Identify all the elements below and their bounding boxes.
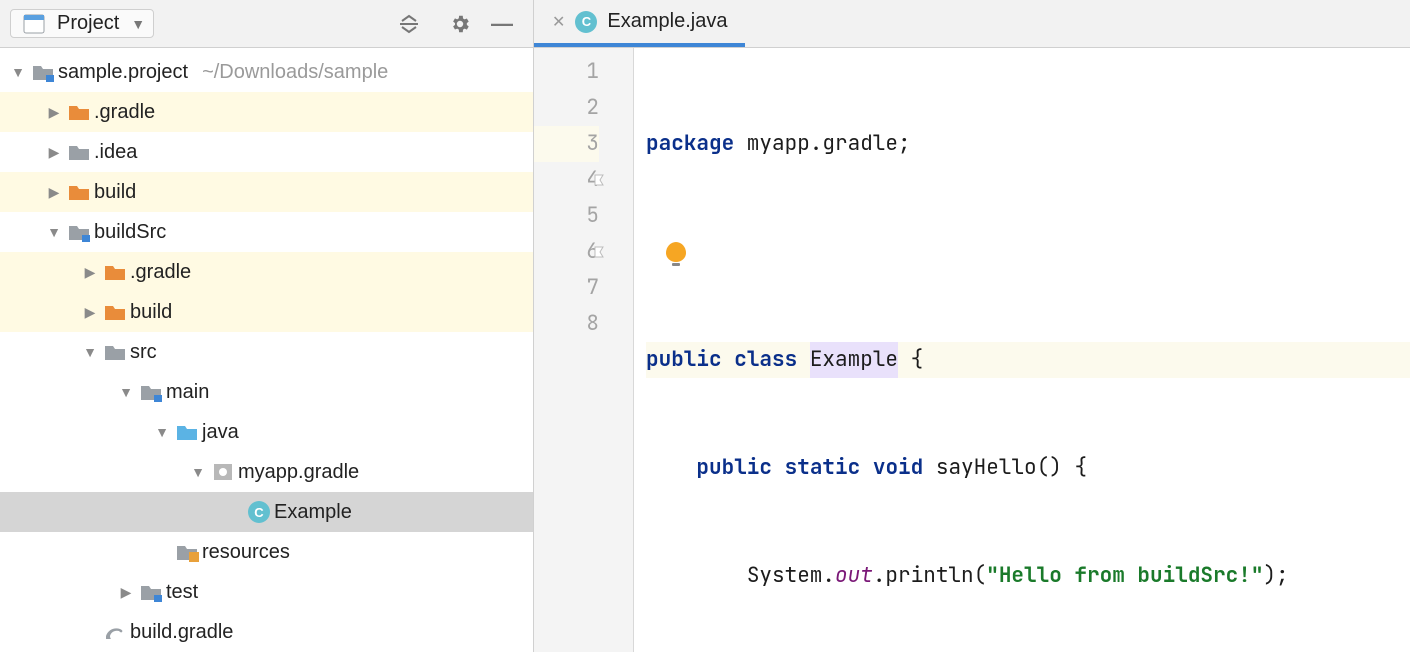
tree-expand-icon[interactable]: ▶ — [116, 584, 136, 601]
tree-item-label: src — [130, 341, 157, 364]
tree-item-example[interactable]: CExample — [0, 492, 533, 532]
project-toolbar: Project ▼ — — [0, 0, 534, 47]
tree-item-main[interactable]: ▼ main — [0, 372, 533, 412]
folder-excl-icon — [100, 302, 130, 322]
gear-icon[interactable] — [439, 9, 481, 39]
tree-expand-icon[interactable]: ▼ — [80, 344, 100, 360]
project-sidebar: ▼ sample.project ~/Downloads/sample ▶ .gradl… — [0, 48, 534, 652]
folder-src-icon — [172, 422, 202, 442]
tree-expand-icon[interactable]: ▶ — [44, 184, 64, 201]
tree-expand-icon[interactable]: ▼ — [116, 384, 136, 400]
code-editor[interactable]: 12345678 package myapp.gradle; public cl… — [534, 48, 1410, 652]
tree-item-build[interactable]: ▶ build — [0, 292, 533, 332]
fold-marker-icon[interactable] — [593, 245, 607, 259]
tree-item-label: .gradle — [94, 101, 155, 124]
tree-item-label: build.gradle — [130, 621, 233, 644]
project-tree[interactable]: ▼ sample.project ~/Downloads/sample ▶ .gradl… — [0, 48, 533, 652]
tree-expand-icon[interactable]: ▶ — [80, 264, 100, 281]
folder-idea-icon — [100, 342, 130, 362]
tree-item-build[interactable]: ▶ build — [0, 172, 533, 212]
tree-item-label: main — [166, 381, 209, 404]
folder-excl-icon — [100, 262, 130, 282]
line-number: 8 — [534, 306, 599, 342]
tree-expand-icon[interactable]: ▼ — [188, 464, 208, 480]
tab-example-java[interactable]: ✕ C Example.java — [534, 2, 745, 47]
tree-item-label: java — [202, 421, 239, 444]
folder-idea-icon — [64, 142, 94, 162]
module-icon — [136, 382, 166, 402]
resources-icon — [172, 542, 202, 562]
tree-expand-icon[interactable]: ▼ — [152, 424, 172, 440]
editor-gutter: 12345678 — [534, 48, 634, 652]
tree-item-label: Example — [274, 501, 352, 524]
tree-item-label: .gradle — [130, 261, 191, 284]
class-file-icon: C — [575, 11, 597, 33]
tree-item-label: myapp.gradle — [238, 461, 359, 484]
tab-title: Example.java — [607, 10, 727, 33]
tree-item-label: test — [166, 581, 198, 604]
tree-item-sample-project[interactable]: ▼ sample.project ~/Downloads/sample — [0, 52, 533, 92]
tree-item-src[interactable]: ▼ src — [0, 332, 533, 372]
module-icon — [28, 62, 58, 82]
tree-item-hint: ~/Downloads/sample — [202, 61, 388, 84]
tree-item-label: resources — [202, 541, 290, 564]
tree-item-label: build — [94, 181, 136, 204]
tree-item-label: sample.project — [58, 61, 188, 84]
close-icon[interactable]: ✕ — [552, 12, 565, 32]
package-icon — [208, 462, 238, 482]
fold-marker-icon[interactable] — [593, 173, 607, 187]
module-icon — [64, 222, 94, 242]
tree-expand-icon[interactable]: ▶ — [80, 304, 100, 321]
tree-item-test[interactable]: ▶ test — [0, 572, 533, 612]
folder-excl-icon — [64, 182, 94, 202]
line-number: 1 — [534, 54, 599, 90]
tree-item-label: buildSrc — [94, 221, 166, 244]
tree-item--idea[interactable]: ▶ .idea — [0, 132, 533, 172]
tree-expand-icon[interactable]: ▼ — [8, 64, 28, 80]
tree-item-label: build — [130, 301, 172, 324]
project-label: Project — [57, 12, 119, 35]
module-icon — [136, 582, 166, 602]
project-view-selector[interactable]: Project ▼ — [10, 9, 154, 38]
editor-tabs: ✕ C Example.java — [534, 0, 1410, 47]
project-icon — [19, 14, 49, 34]
tree-item-myapp-gradle[interactable]: ▼ myapp.gradle — [0, 452, 533, 492]
line-number: 5 — [534, 198, 599, 234]
line-number: 7 — [534, 270, 599, 306]
line-number: 6 — [534, 234, 599, 270]
gradle-icon — [100, 622, 130, 642]
tree-item-label: .idea — [94, 141, 137, 164]
class-icon: C — [244, 501, 274, 523]
line-number: 3 — [534, 126, 599, 162]
intention-bulb-icon[interactable] — [666, 242, 686, 262]
tree-item-buildsrc[interactable]: ▼ buildSrc — [0, 212, 533, 252]
code-area[interactable]: package myapp.gradle; public class Examp… — [634, 48, 1410, 652]
tree-item-resources[interactable]: resources — [0, 532, 533, 572]
hide-icon[interactable]: — — [481, 7, 523, 41]
tree-item--gradle[interactable]: ▶ .gradle — [0, 92, 533, 132]
line-number: 2 — [534, 90, 599, 126]
folder-excl-icon — [64, 102, 94, 122]
line-number: 4 — [534, 162, 599, 198]
tree-expand-icon[interactable]: ▼ — [44, 224, 64, 240]
chevron-down-icon: ▼ — [131, 16, 145, 32]
collapse-all-icon[interactable] — [388, 9, 430, 39]
tree-item--gradle[interactable]: ▶ .gradle — [0, 252, 533, 292]
main-toolbar: Project ▼ — ✕ C Example.java — [0, 0, 1410, 48]
tree-item-java[interactable]: ▼ java — [0, 412, 533, 452]
tree-item-build-gradle[interactable]: build.gradle — [0, 612, 533, 652]
tree-expand-icon[interactable]: ▶ — [44, 144, 64, 161]
tree-expand-icon[interactable]: ▶ — [44, 104, 64, 121]
